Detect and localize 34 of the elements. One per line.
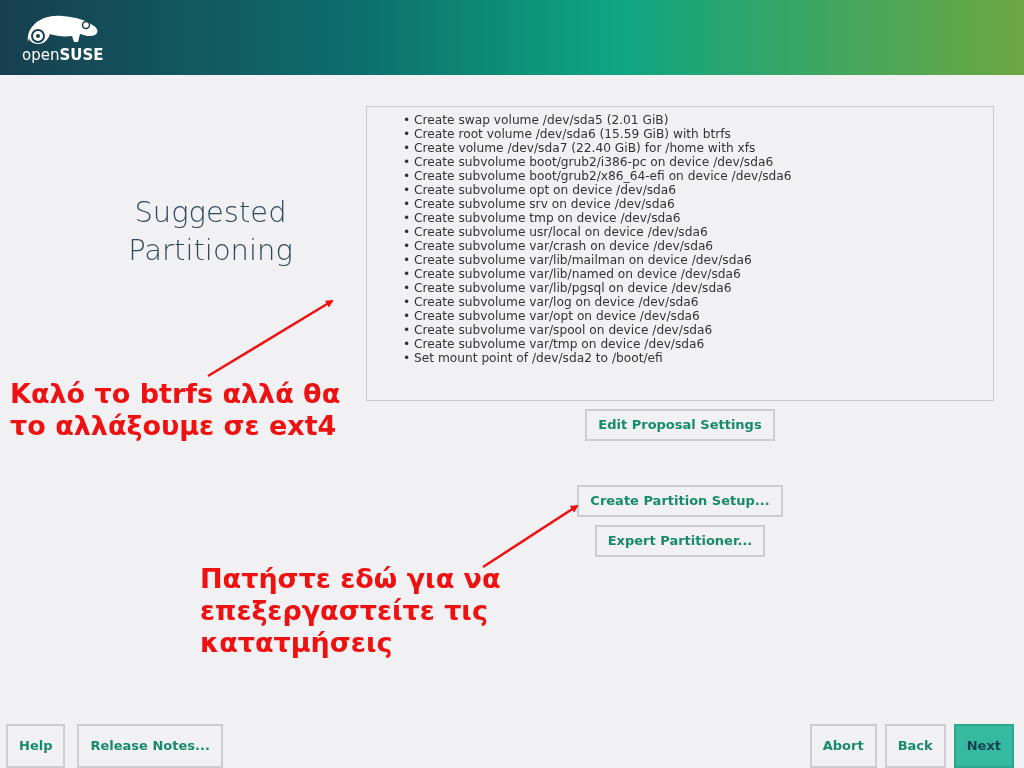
button[interactable]: Release Notes... xyxy=(77,724,223,768)
proposal-item: • Create subvolume var/lib/named on device /dev/sda6 xyxy=(403,267,742,281)
page-title: Partitioning xyxy=(127,232,294,269)
button[interactable]: Create Partition Setup... xyxy=(577,485,783,517)
annotation-text: επεξεργαστείτε τις xyxy=(200,595,489,627)
proposal-item: • Create subvolume var/spool on device /dev/sda6 xyxy=(403,323,714,337)
proposal-item: • Set mount point of /dev/sda2 to /boot/efi xyxy=(403,351,664,365)
button[interactable]: Back xyxy=(884,724,946,768)
proposal-item: • Create subvolume var/opt on device /dev/sda6 xyxy=(403,309,701,323)
proposal-item: • Create subvolume opt on device /dev/sda6 xyxy=(403,183,678,197)
proposal-item: • Create subvolume var/tmp on device /dev/sda6 xyxy=(403,337,706,351)
annotation-text: το αλλάξουμε σε ext4 xyxy=(10,410,338,442)
annotation-text: Καλό το btrfs αλλά θα xyxy=(10,378,341,410)
proposal-item: • Create swap volume /dev/sda5 (2.01 GiB) xyxy=(403,113,670,127)
button[interactable]: Abort xyxy=(809,724,877,768)
proposal-item: • Create subvolume tmp on device /dev/sda6 xyxy=(403,211,682,225)
button[interactable]: Expert Partitioner... xyxy=(594,525,766,557)
proposal-item: • Create subvolume var/lib/mailman on device /dev/sda6 xyxy=(403,253,753,267)
proposal-item: • Create subvolume boot/grub2/i386-pc on device /dev/sda6 xyxy=(403,155,775,169)
proposal-item: • Create subvolume var/log on device /dev/sda6 xyxy=(403,295,700,309)
button[interactable]: Edit Proposal Settings xyxy=(585,409,775,441)
proposal-item: • Create volume /dev/sda7 (22.40 GiB) for /home with xfs xyxy=(403,141,757,155)
primary-button[interactable]: Next xyxy=(953,724,1014,768)
annotation-text: Πατήστε εδώ για να xyxy=(200,563,501,595)
proposal-item: • Create subvolume var/lib/pgsql on device /dev/sda6 xyxy=(403,281,733,295)
proposal-item: • Create subvolume usr/local on device /dev/sda6 xyxy=(403,225,709,239)
proposal-item: • Create subvolume srv on device /dev/sda6 xyxy=(403,197,676,211)
annotation-text: κατατμήσεις xyxy=(200,627,394,659)
proposal-item: • Create subvolume boot/grub2/x86_64-efi on device /dev/sda6 xyxy=(403,169,793,183)
page-title: Suggested xyxy=(133,194,288,231)
proposal-item: • Create root volume /dev/sda6 (15.59 GiB) with btrfs xyxy=(403,127,732,141)
button[interactable]: Help xyxy=(6,724,66,768)
logo-text: openSUSE xyxy=(22,48,104,63)
proposal-item: • Create subvolume var/crash on device /dev/sda6 xyxy=(403,239,715,253)
